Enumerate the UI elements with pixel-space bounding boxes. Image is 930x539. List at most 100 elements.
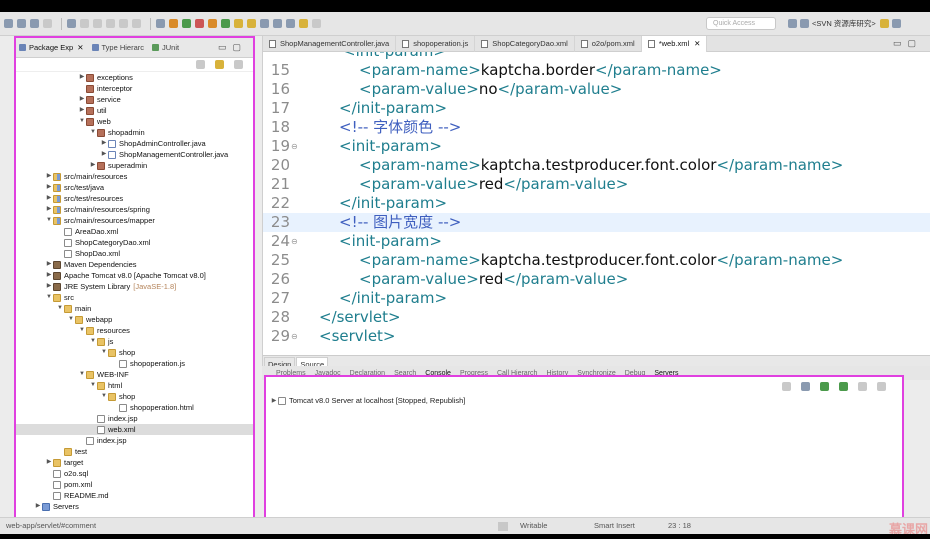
tree-item[interactable]: web.xml	[16, 424, 253, 435]
tree-item[interactable]: shopoperation.html	[16, 402, 253, 413]
collapsed-arrow-icon[interactable]: ▶	[45, 171, 53, 182]
next-annotation-icon[interactable]	[273, 19, 282, 28]
pen-icon[interactable]	[260, 19, 269, 28]
publish-icon[interactable]	[877, 381, 886, 391]
tree-item[interactable]: ▼ src	[16, 292, 253, 303]
tree-item[interactable]: ▼ shopadmin	[16, 127, 253, 138]
tree-item[interactable]: index.jsp	[16, 435, 253, 446]
collapsed-arrow-icon[interactable]: ▶	[100, 149, 108, 160]
collapsed-arrow-icon[interactable]: ▶	[45, 204, 53, 215]
tree-item[interactable]: ShopCategoryDao.xml	[16, 237, 253, 248]
tab-type-hierarchy[interactable]: Type Hierarc	[91, 43, 144, 52]
open-type-icon[interactable]	[234, 19, 243, 28]
new-package-icon[interactable]	[221, 19, 230, 28]
tree-item[interactable]: ▶ Maven Dependencies	[16, 259, 253, 270]
editor-tab[interactable]: *web.xml ✕	[641, 35, 708, 52]
new-icon[interactable]	[4, 19, 13, 28]
tree-item[interactable]: index.jsp	[16, 413, 253, 424]
collapsed-arrow-icon[interactable]: ▶	[78, 94, 86, 105]
expanded-arrow-icon[interactable]: ▼	[100, 347, 108, 358]
server-entry[interactable]: ▶ Tomcat v8.0 Server at localhost [Stopp…	[266, 395, 902, 406]
collapsed-arrow-icon[interactable]: ▶	[78, 72, 86, 83]
editor-tab[interactable]: ShopCategoryDao.xml	[475, 35, 575, 52]
prev-annotation-icon[interactable]	[286, 19, 295, 28]
debug-perspective-icon[interactable]	[879, 19, 889, 28]
expanded-arrow-icon[interactable]: ▼	[56, 303, 64, 314]
terminal-icon[interactable]	[67, 19, 76, 28]
debug-icon[interactable]	[169, 19, 178, 28]
collapsed-arrow-icon[interactable]: ▶	[45, 270, 53, 281]
collapsed-arrow-icon[interactable]: ▶	[45, 259, 53, 270]
code-editor[interactable]: <init-param> 15<param-name>kaptcha.borde…	[263, 52, 930, 355]
tree-item[interactable]: ▶ src/test/java	[16, 182, 253, 193]
collapsed-arrow-icon[interactable]: ▶	[34, 501, 42, 512]
new-class-icon[interactable]	[208, 19, 217, 28]
expand-arrow-icon[interactable]: ▶	[270, 397, 278, 404]
tree-item[interactable]: shopoperation.js	[16, 358, 253, 369]
expanded-arrow-icon[interactable]: ▼	[89, 336, 97, 347]
collapse-icon[interactable]	[782, 381, 791, 391]
collapsed-arrow-icon[interactable]: ▶	[45, 457, 53, 468]
panel-window-controls[interactable]: ▭▢	[218, 42, 247, 53]
tree-item[interactable]: ▶ target	[16, 457, 253, 468]
tree-item[interactable]: ▼ WEB-INF	[16, 369, 253, 380]
tree-item[interactable]: ▼ web	[16, 116, 253, 127]
expanded-arrow-icon[interactable]: ▼	[89, 380, 97, 391]
perspective-switcher[interactable]: <SVN 资源库研究>	[788, 18, 904, 29]
start-server-icon[interactable]	[820, 381, 829, 391]
tree-item[interactable]: ▶ util	[16, 105, 253, 116]
step-over-icon[interactable]	[132, 19, 141, 28]
tree-item[interactable]: ▼ webapp	[16, 314, 253, 325]
tree-item[interactable]: ▼ js	[16, 336, 253, 347]
tree-item[interactable]: ▼ shop	[16, 347, 253, 358]
expanded-arrow-icon[interactable]: ▼	[78, 369, 86, 380]
editor-tab[interactable]: ShopManagementController.java	[263, 35, 397, 52]
tree-item[interactable]: ▶ exceptions	[16, 72, 253, 83]
expanded-arrow-icon[interactable]: ▼	[89, 127, 97, 138]
collapsed-arrow-icon[interactable]: ▶	[78, 105, 86, 116]
expanded-arrow-icon[interactable]: ▼	[100, 391, 108, 402]
forward-icon[interactable]	[312, 19, 321, 28]
tree-item[interactable]: ▶ ShopAdminController.java	[16, 138, 253, 149]
fold-toggle-icon[interactable]: ⊖	[291, 327, 298, 346]
tree-item[interactable]: AreaDao.xml	[16, 226, 253, 237]
close-icon[interactable]: ✕	[77, 43, 83, 52]
java-perspective-icon[interactable]	[891, 19, 901, 28]
tree-item[interactable]: ShopDao.xml	[16, 248, 253, 259]
print-icon[interactable]	[43, 19, 52, 28]
tree-item[interactable]: o2o.sql	[16, 468, 253, 479]
save-icon[interactable]	[17, 19, 26, 28]
tree-item[interactable]: ▶ src/main/resources/spring	[16, 204, 253, 215]
collapsed-arrow-icon[interactable]: ▶	[45, 193, 53, 204]
tree-item[interactable]: ▶ Servers	[16, 501, 253, 512]
editor-tab[interactable]: shopoperation.js	[396, 35, 476, 52]
stop-icon[interactable]	[106, 19, 115, 28]
back-icon[interactable]	[299, 19, 308, 28]
tree-item[interactable]: ▼ html	[16, 380, 253, 391]
collapsed-arrow-icon[interactable]: ▶	[45, 281, 53, 292]
skip-icon[interactable]	[80, 19, 89, 28]
expanded-arrow-icon[interactable]: ▼	[45, 292, 53, 303]
collapse-all-icon[interactable]	[196, 60, 205, 69]
run-icon[interactable]	[182, 19, 191, 28]
tree-item[interactable]: ▶ JRE System Library [JavaSE-1.8]	[16, 281, 253, 292]
fold-toggle-icon[interactable]: ⊖	[291, 137, 298, 156]
tree-item[interactable]: ▶ superadmin	[16, 160, 253, 171]
link-editor-icon[interactable]	[215, 60, 224, 69]
collapsed-arrow-icon[interactable]: ▶	[89, 160, 97, 171]
tree-item[interactable]: ▶ service	[16, 94, 253, 105]
tree-item[interactable]: ▼ shop	[16, 391, 253, 402]
expanded-arrow-icon[interactable]: ▼	[45, 215, 53, 226]
close-icon[interactable]: ✕	[694, 36, 700, 52]
tree-item[interactable]: ▶ ShopManagementController.java	[16, 149, 253, 160]
expanded-arrow-icon[interactable]: ▼	[67, 314, 75, 325]
fold-toggle-icon[interactable]: ⊖	[291, 232, 298, 251]
save-all-icon[interactable]	[30, 19, 39, 28]
debug-server-icon[interactable]	[801, 381, 810, 391]
stop-server-icon[interactable]	[858, 381, 867, 391]
tab-junit[interactable]: JUnit	[152, 43, 179, 52]
tree-item[interactable]: ▶ src/test/resources	[16, 193, 253, 204]
step-icon[interactable]	[119, 19, 128, 28]
view-menu-icon[interactable]	[234, 60, 243, 69]
tree-item[interactable]: test	[16, 446, 253, 457]
